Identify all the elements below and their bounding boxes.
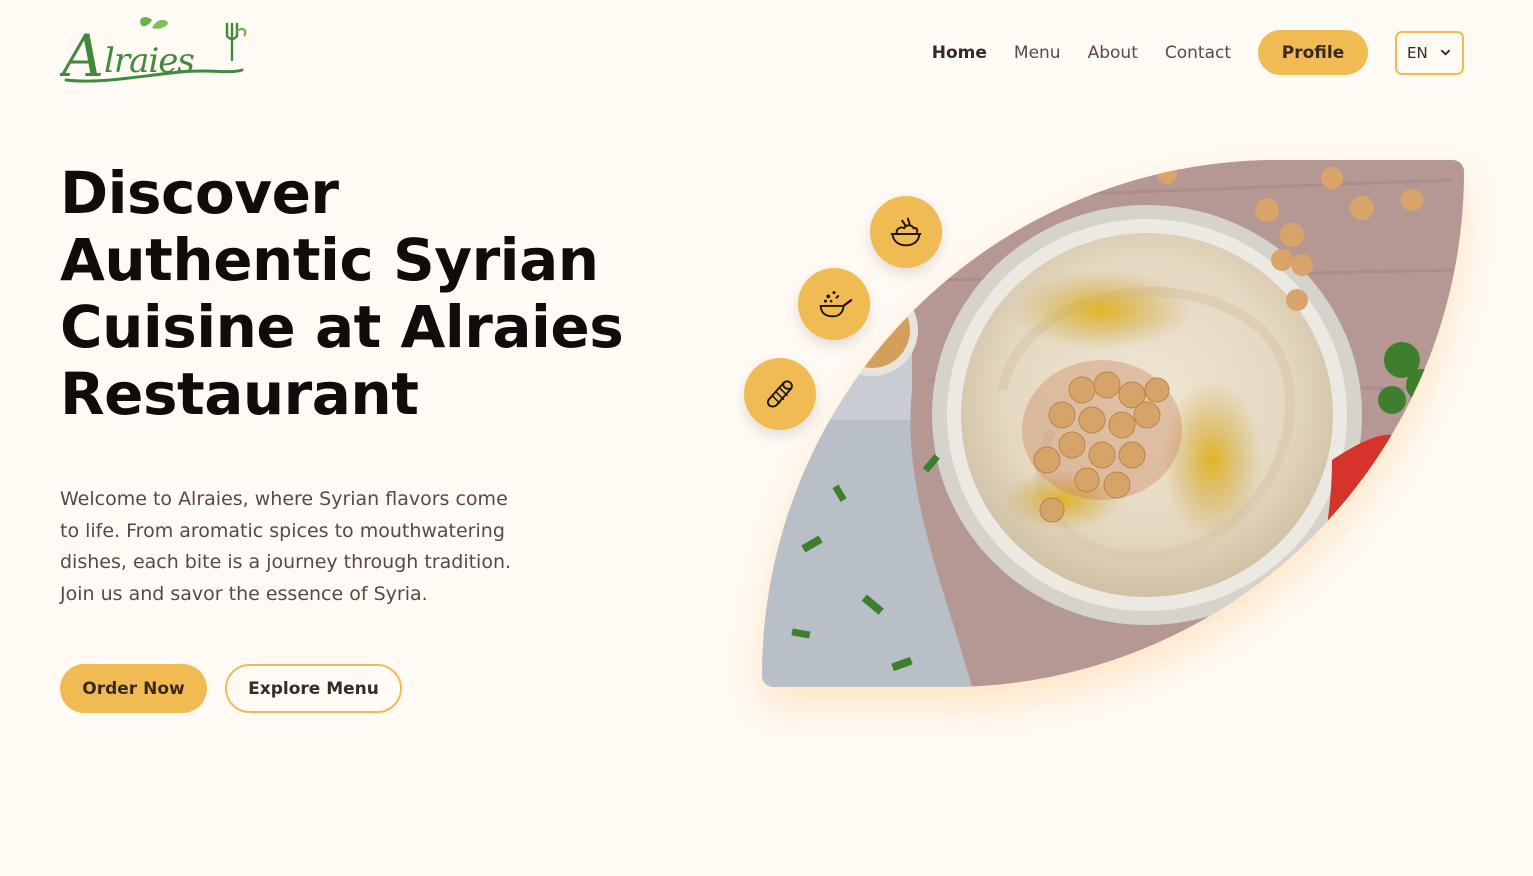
hummus-bowl-photo	[762, 160, 1464, 687]
order-now-button[interactable]: Order Now	[60, 664, 207, 713]
brand-logo[interactable]: A lraies	[60, 14, 250, 88]
hero-title-line: Authentic Syrian	[60, 226, 599, 294]
hero-title: Discover Authentic Syrian Cuisine at Alr…	[60, 160, 680, 428]
nav-contact[interactable]: Contact	[1165, 43, 1231, 63]
wrap-sandwich-icon[interactable]	[744, 358, 816, 430]
hero-actions: Order Now Explore Menu	[60, 664, 402, 713]
hero-title-line: Restaurant	[60, 360, 419, 428]
explore-menu-button[interactable]: Explore Menu	[225, 664, 402, 713]
cooking-pan-icon-glyph	[819, 291, 853, 318]
nav-about[interactable]: About	[1088, 43, 1138, 63]
language-select[interactable]: EN	[1395, 30, 1464, 75]
hero-title-line: Discover	[60, 159, 339, 227]
cooking-pan-icon[interactable]	[798, 268, 870, 340]
nav-home[interactable]: Home	[932, 43, 987, 63]
nav-menu[interactable]: Menu	[1014, 43, 1061, 63]
svg-text:A: A	[60, 22, 104, 88]
food-bowl-icon-glyph	[890, 217, 922, 247]
language-value: EN	[1407, 43, 1428, 62]
food-bowl-icon[interactable]	[870, 196, 942, 268]
profile-button[interactable]: Profile	[1258, 30, 1368, 75]
wrap-sandwich-icon-glyph	[767, 380, 793, 408]
chevron-down-icon	[1440, 49, 1451, 56]
hero-image	[762, 160, 1464, 687]
main-nav: Home Menu About Contact Profile EN	[932, 30, 1464, 75]
logo-mark: A lraies	[60, 17, 247, 88]
hero-title-line: Cuisine at Alraies	[60, 293, 624, 361]
svg-text:lraies: lraies	[104, 41, 194, 81]
hero-description: Welcome to Alraies, where Syrian flavors…	[60, 488, 512, 605]
